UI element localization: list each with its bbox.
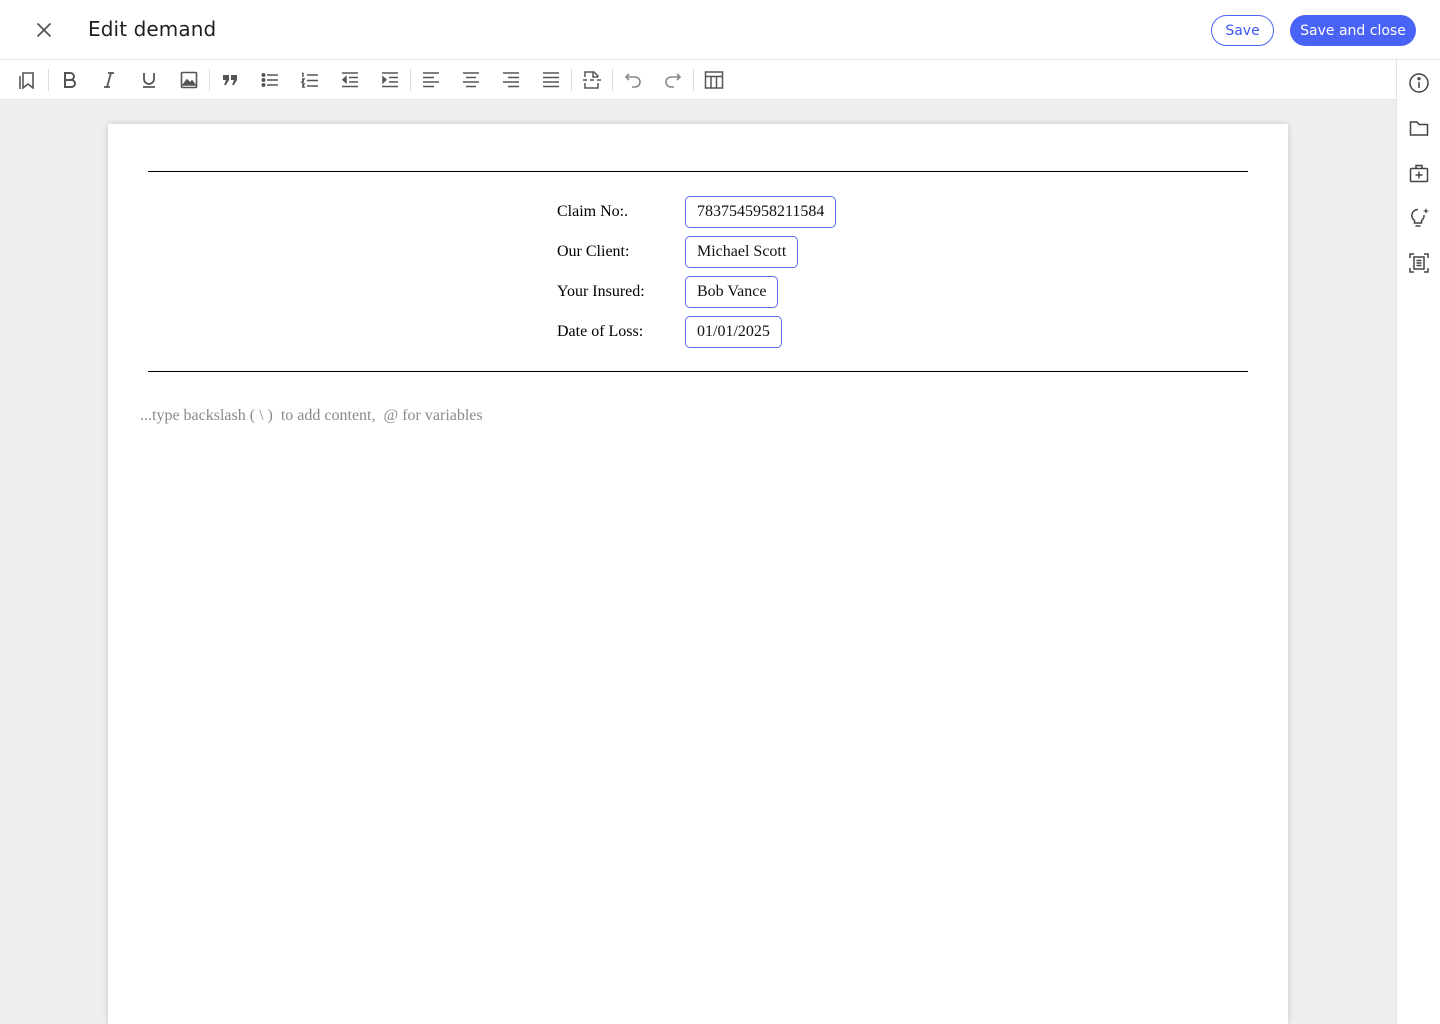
italic-icon[interactable] — [97, 68, 121, 92]
bold-icon[interactable] — [57, 68, 81, 92]
close-icon[interactable] — [30, 16, 58, 44]
lightbulb-sparkle-icon[interactable] — [1407, 206, 1431, 230]
image-icon[interactable] — [177, 68, 201, 92]
bullet-list-icon[interactable] — [258, 68, 282, 92]
redo-icon[interactable] — [661, 68, 685, 92]
underline-icon[interactable] — [137, 68, 161, 92]
our-client-label: Our Client: — [557, 243, 630, 260]
toolbar-divider — [571, 69, 572, 91]
align-right-icon[interactable] — [499, 68, 523, 92]
save-and-close-button[interactable]: Save and close — [1290, 15, 1416, 46]
editor-toolbar — [0, 60, 1396, 100]
header-bar: Edit demand Save Save and close — [0, 0, 1440, 60]
bottom-divider — [148, 371, 1248, 372]
align-justify-icon[interactable] — [539, 68, 563, 92]
page-break-icon[interactable] — [580, 68, 604, 92]
toolbar-divider — [612, 69, 613, 91]
your-insured-variable[interactable]: Bob Vance — [685, 276, 779, 308]
toolbar-divider — [209, 69, 210, 91]
right-sidebar — [1396, 60, 1440, 1024]
our-client-variable[interactable]: Michael Scott — [685, 236, 799, 268]
medical-bag-icon[interactable] — [1407, 161, 1431, 185]
indent-icon[interactable] — [378, 68, 402, 92]
align-left-icon[interactable] — [419, 68, 443, 92]
page-title: Edit demand — [88, 17, 217, 41]
date-of-loss-label: Date of Loss: — [557, 323, 644, 340]
table-icon[interactable] — [702, 68, 726, 92]
align-center-icon[interactable] — [459, 68, 483, 92]
date-of-loss-variable[interactable]: 01/01/2025 — [685, 316, 782, 348]
toolbar-divider — [410, 69, 411, 91]
bookmark-icon[interactable] — [16, 68, 40, 92]
toolbar-divider — [693, 69, 694, 91]
undo-icon[interactable] — [621, 68, 645, 92]
toolbar-divider — [48, 69, 49, 91]
info-icon[interactable] — [1407, 71, 1431, 95]
folder-icon[interactable] — [1407, 116, 1431, 140]
your-insured-label: Your Insured: — [557, 283, 645, 300]
numbered-list-icon[interactable] — [298, 68, 322, 92]
top-divider — [148, 171, 1248, 172]
outdent-icon[interactable] — [338, 68, 362, 92]
document-scan-icon[interactable] — [1407, 251, 1431, 275]
blockquote-icon[interactable] — [218, 68, 242, 92]
claim-no-variable[interactable]: 7837545958211584 — [685, 196, 837, 228]
editor-placeholder[interactable]: ...type backslash ( \ ) to add content, … — [140, 407, 483, 425]
claim-no-label: Claim No:. — [557, 203, 629, 220]
document-page[interactable]: Claim No:. 7837545958211584 Our Client: … — [108, 124, 1288, 1024]
save-button[interactable]: Save — [1211, 15, 1274, 46]
